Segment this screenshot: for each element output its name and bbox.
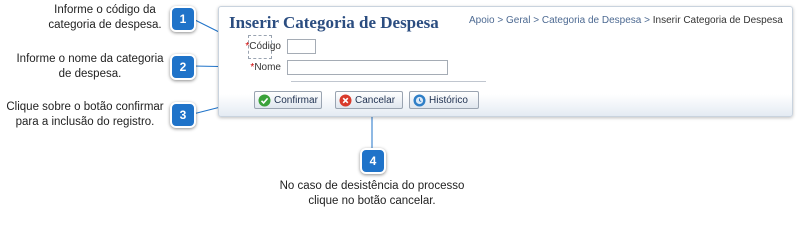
callout-badge-4: 4 bbox=[360, 148, 386, 174]
codigo-input[interactable] bbox=[287, 39, 316, 54]
callout-text-1: Informe o código da categoria de despesa. bbox=[48, 4, 162, 31]
nome-input[interactable] bbox=[287, 60, 448, 75]
callout-badge-2: 2 bbox=[170, 54, 196, 80]
callout-badge-1: 1 bbox=[170, 6, 196, 32]
nome-label: *Nome bbox=[241, 62, 281, 73]
breadcrumb-separator: > bbox=[644, 15, 650, 26]
codigo-label: *Código bbox=[241, 41, 281, 52]
cancelar-button[interactable]: Cancelar bbox=[335, 91, 403, 109]
check-icon bbox=[258, 94, 271, 106]
breadcrumb-current: Inserir Categoria de Despesa bbox=[652, 15, 783, 26]
historico-label: Histórico bbox=[429, 94, 468, 106]
breadcrumb-item-geral[interactable]: Geral bbox=[506, 15, 530, 26]
callout-text-4: No caso de desistência do processo clique… bbox=[279, 180, 465, 207]
confirmar-label: Confirmar bbox=[274, 94, 318, 106]
nome-label-text: Nome bbox=[254, 62, 281, 73]
breadcrumb-item-categoria[interactable]: Categoria de Despesa bbox=[542, 15, 642, 26]
cancelar-label: Cancelar bbox=[355, 94, 396, 106]
callout-badge-3: 3 bbox=[170, 102, 196, 128]
codigo-label-text: Código bbox=[249, 41, 281, 52]
breadcrumb-separator: > bbox=[533, 15, 540, 26]
breadcrumb-separator: > bbox=[497, 15, 504, 26]
cancel-icon bbox=[339, 94, 352, 106]
breadcrumb-item-apoio[interactable]: Apoio bbox=[469, 15, 495, 26]
breadcrumb: Apoio > Geral > Categoria de Despesa > I… bbox=[469, 15, 783, 26]
callout-text-2: Informe o nome da categoria de despesa. bbox=[16, 53, 164, 80]
confirmar-button[interactable]: Confirmar bbox=[254, 91, 322, 109]
form-panel: Inserir Categoria de Despesa Apoio > Ger… bbox=[218, 6, 793, 117]
divider bbox=[291, 81, 486, 82]
page-title: Inserir Categoria de Despesa bbox=[229, 13, 439, 32]
callout-text-3: Clique sobre o botão confirmar para a inc… bbox=[6, 101, 164, 128]
historico-button[interactable]: Histórico bbox=[409, 91, 479, 109]
history-icon bbox=[413, 94, 426, 106]
